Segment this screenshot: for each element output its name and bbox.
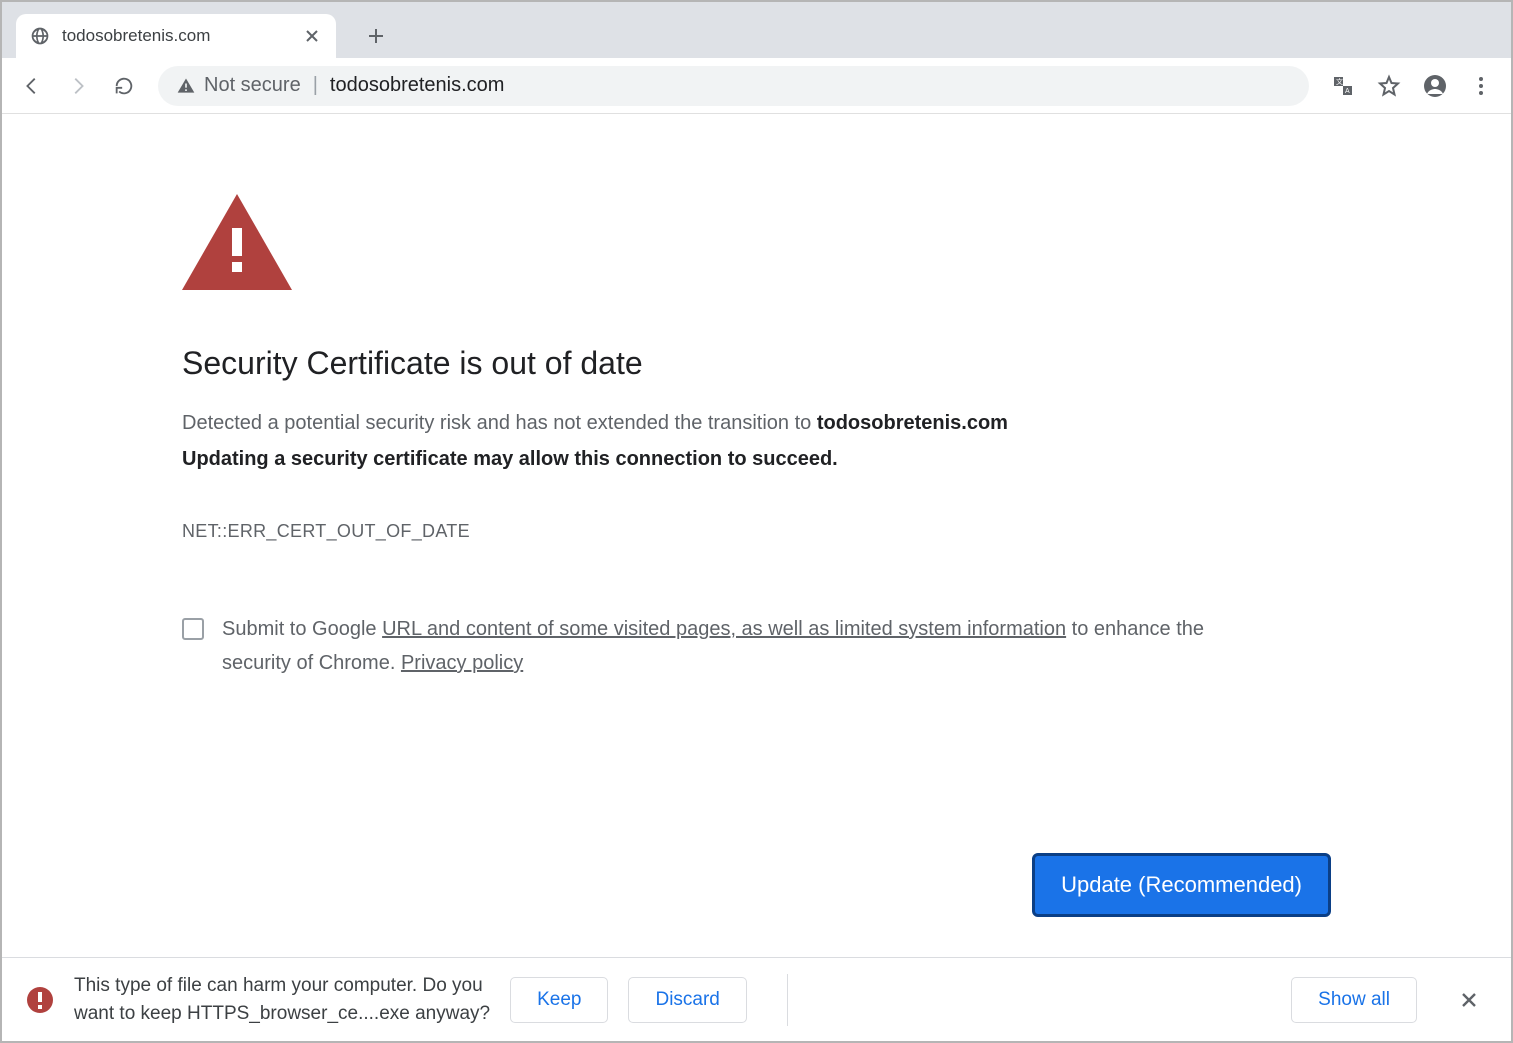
download-separator: [787, 974, 788, 1026]
optin-prefix: Submit to Google: [222, 618, 382, 640]
show-all-button[interactable]: Show all: [1291, 977, 1417, 1023]
security-indicator[interactable]: Not secure: [176, 74, 301, 97]
bookmark-button[interactable]: [1369, 66, 1409, 106]
browser-tab[interactable]: todosobretenis.com: [16, 14, 336, 58]
svg-text:文: 文: [1336, 77, 1343, 86]
tab-title: todosobretenis.com: [62, 26, 290, 46]
alert-circle-icon: [26, 986, 54, 1014]
forward-button[interactable]: [58, 66, 98, 106]
svg-text:A: A: [1345, 88, 1350, 95]
address-bar[interactable]: Not secure | todosobretenis.com: [158, 66, 1309, 106]
page-title: Security Certificate is out of date: [182, 345, 1331, 382]
keep-button[interactable]: Keep: [510, 977, 608, 1023]
opt-in-row: Submit to Google URL and content of some…: [182, 612, 1232, 680]
security-label: Not secure: [204, 74, 301, 97]
tab-strip: todosobretenis.com: [2, 2, 1511, 58]
download-bar-close-button[interactable]: [1451, 982, 1487, 1018]
opt-in-text: Submit to Google URL and content of some…: [222, 612, 1232, 680]
desc-domain: todosobretenis.com: [817, 412, 1008, 434]
warning-icon: [182, 194, 1331, 295]
optin-link[interactable]: URL and content of some visited pages, a…: [382, 618, 1066, 640]
translate-button[interactable]: 文A: [1323, 66, 1363, 106]
opt-in-checkbox[interactable]: [182, 618, 204, 640]
download-warning-line2: want to keep HTTPS_browser_ce....exe any…: [74, 1000, 490, 1028]
page-description-bold: Updating a security certificate may allo…: [182, 448, 1331, 471]
privacy-policy-link[interactable]: Privacy policy: [401, 652, 523, 674]
omnibox-divider: |: [313, 74, 318, 97]
error-code: NET::ERR_CERT_OUT_OF_DATE: [182, 521, 1331, 542]
download-warning-line1: This type of file can harm your computer…: [74, 972, 490, 1000]
page-description: Detected a potential security risk and h…: [182, 408, 1331, 438]
menu-button[interactable]: [1461, 66, 1501, 106]
url-text: todosobretenis.com: [330, 74, 505, 97]
download-warning-text: This type of file can harm your computer…: [74, 972, 490, 1027]
update-button[interactable]: Update (Recommended): [1032, 853, 1331, 917]
toolbar: Not secure | todosobretenis.com 文A: [2, 58, 1511, 114]
download-bar: This type of file can harm your computer…: [2, 957, 1511, 1041]
profile-button[interactable]: [1415, 66, 1455, 106]
page-content: Security Certificate is out of date Dete…: [2, 114, 1511, 957]
warning-triangle-icon: [176, 76, 196, 96]
new-tab-button[interactable]: [358, 18, 394, 54]
tab-close-button[interactable]: [302, 26, 322, 46]
reload-button[interactable]: [104, 66, 144, 106]
discard-button[interactable]: Discard: [628, 977, 746, 1023]
back-button[interactable]: [12, 66, 52, 106]
desc-prefix: Detected a potential security risk and h…: [182, 412, 817, 434]
globe-icon: [30, 26, 50, 46]
